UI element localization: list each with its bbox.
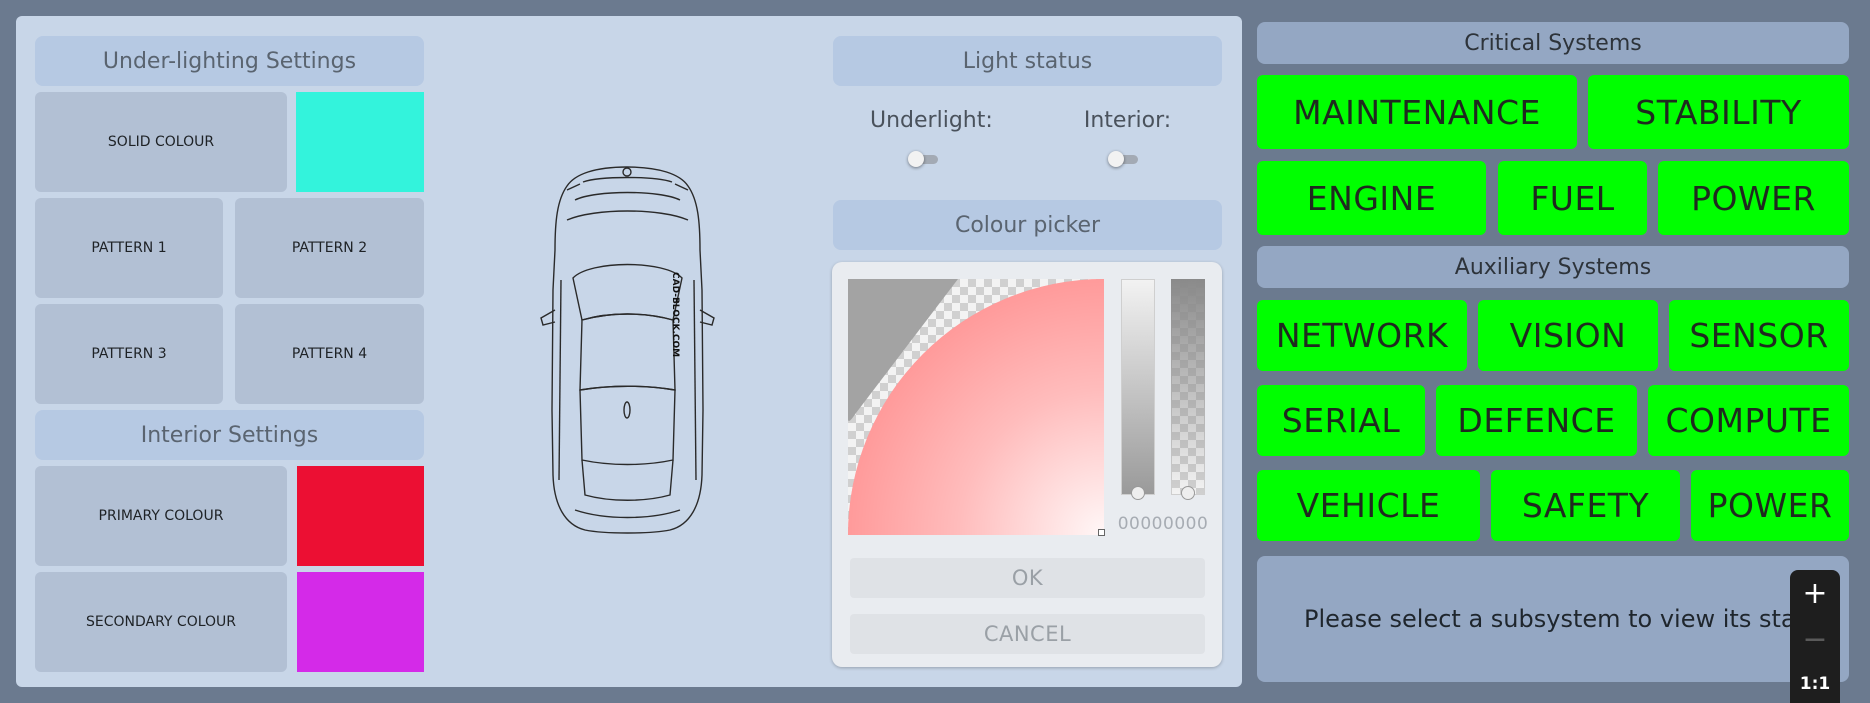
sensor-button[interactable]: SENSOR bbox=[1669, 300, 1849, 371]
wheel-selector-handle[interactable] bbox=[1098, 529, 1105, 536]
engine-button[interactable]: ENGINE bbox=[1257, 161, 1486, 235]
fuel-button[interactable]: FUEL bbox=[1498, 161, 1647, 235]
secondary-colour-button[interactable]: SECONDARY COLOUR bbox=[35, 572, 287, 672]
secondary-colour-swatch[interactable] bbox=[297, 572, 424, 672]
vision-button[interactable]: VISION bbox=[1478, 300, 1658, 371]
pattern-3-button[interactable]: PATTERN 3 bbox=[35, 304, 223, 404]
subsystem-status-panel: Please select a subsystem to view its st… bbox=[1257, 556, 1849, 682]
auxiliary-power-button[interactable]: POWER bbox=[1691, 470, 1849, 541]
picker-cancel-button[interactable]: CANCEL bbox=[850, 614, 1205, 654]
value-slider[interactable] bbox=[1121, 279, 1155, 495]
interior-settings-header: Interior Settings bbox=[35, 410, 424, 460]
solid-colour-button[interactable]: SOLID COLOUR bbox=[35, 92, 287, 192]
vehicle-button[interactable]: VEHICLE bbox=[1257, 470, 1480, 541]
alpha-slider-handle[interactable] bbox=[1181, 486, 1195, 500]
colour-picker-header: Colour picker bbox=[833, 200, 1222, 250]
pattern-1-button[interactable]: PATTERN 1 bbox=[35, 198, 223, 298]
serial-button[interactable]: SERIAL bbox=[1257, 385, 1425, 456]
defence-button[interactable]: DEFENCE bbox=[1436, 385, 1637, 456]
pattern-4-button[interactable]: PATTERN 4 bbox=[235, 304, 424, 404]
picker-ok-button[interactable]: OK bbox=[850, 558, 1205, 598]
interior-status-label: Interior: bbox=[1083, 108, 1172, 133]
zoom-reset-button[interactable]: 1:1 bbox=[1790, 670, 1840, 698]
safety-button[interactable]: SAFETY bbox=[1491, 470, 1680, 541]
zoom-control: + − 1:1 bbox=[1790, 570, 1840, 703]
maintenance-button[interactable]: MAINTENANCE bbox=[1257, 75, 1577, 149]
primary-colour-swatch[interactable] bbox=[297, 466, 424, 566]
primary-colour-button[interactable]: PRIMARY COLOUR bbox=[35, 466, 287, 566]
stability-button[interactable]: STABILITY bbox=[1588, 75, 1849, 149]
interior-toggle[interactable] bbox=[1108, 151, 1138, 167]
alpha-gradient-overlay bbox=[1171, 279, 1205, 495]
critical-power-button[interactable]: POWER bbox=[1658, 161, 1849, 235]
zoom-out-button[interactable]: − bbox=[1790, 622, 1840, 657]
underlight-status-label: Underlight: bbox=[870, 108, 993, 133]
hex-value-readout[interactable]: 00000000 bbox=[1116, 514, 1210, 534]
compute-button[interactable]: COMPUTE bbox=[1648, 385, 1849, 456]
pattern-2-button[interactable]: PATTERN 2 bbox=[235, 198, 424, 298]
car-top-view-image: CAD-BLOCK.COM bbox=[540, 166, 715, 534]
under-lighting-header: Under-lighting Settings bbox=[35, 36, 424, 86]
critical-systems-header: Critical Systems bbox=[1257, 22, 1849, 64]
status-message: Please select a subsystem to view its st… bbox=[1304, 605, 1833, 633]
underlight-toggle[interactable] bbox=[908, 151, 938, 167]
auxiliary-systems-header: Auxiliary Systems bbox=[1257, 246, 1849, 288]
network-button[interactable]: NETWORK bbox=[1257, 300, 1467, 371]
solid-colour-swatch[interactable] bbox=[296, 92, 424, 192]
light-status-header: Light status bbox=[833, 36, 1222, 86]
value-slider-handle[interactable] bbox=[1131, 486, 1145, 500]
zoom-in-button[interactable]: + bbox=[1790, 576, 1840, 611]
car-watermark: CAD-BLOCK.COM bbox=[670, 272, 680, 357]
